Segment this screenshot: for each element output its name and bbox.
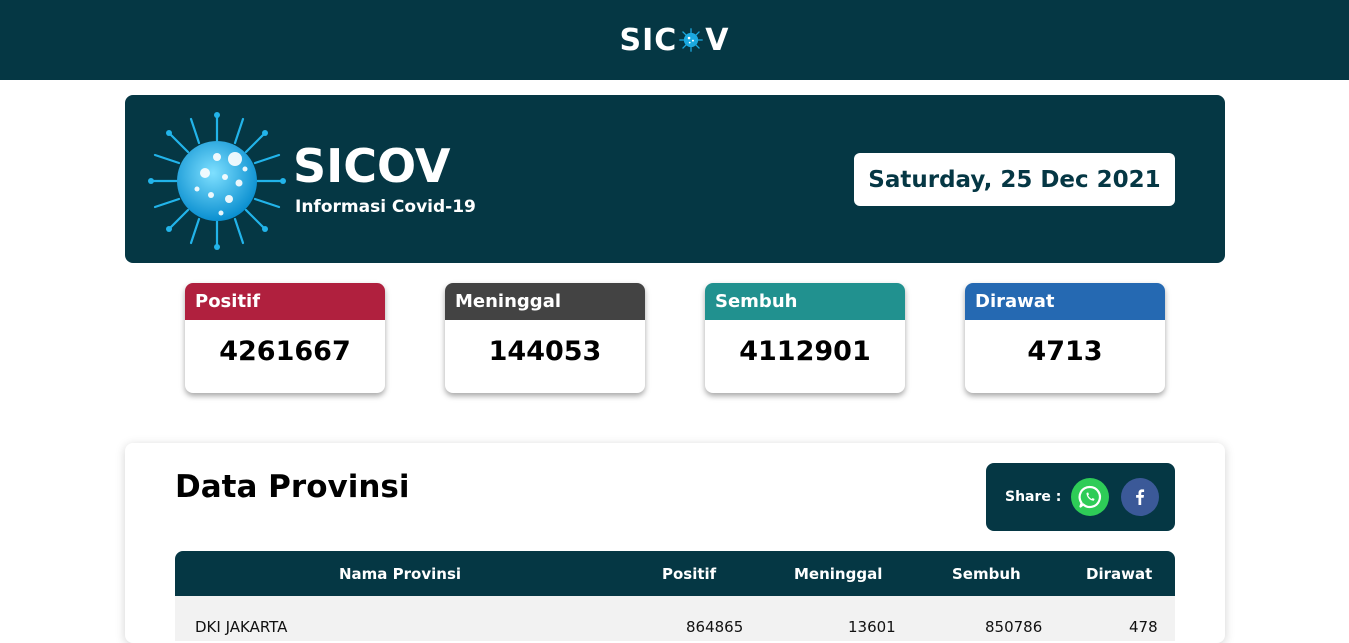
cell-meninggal: 13601 xyxy=(848,618,896,636)
stat-card-sembuh: Sembuh 4112901 xyxy=(705,283,905,393)
column-header-meninggal[interactable]: Meninggal xyxy=(794,565,882,583)
facebook-icon xyxy=(1136,489,1145,505)
stat-card-meninggal: Meninggal 144053 xyxy=(445,283,645,393)
cell-dirawat: 478 xyxy=(1129,618,1158,636)
hero-banner: SICOV Informasi Covid-19 Saturday, 25 De… xyxy=(125,95,1225,263)
cell-sembuh: 850786 xyxy=(985,618,1043,636)
province-title: Data Provinsi xyxy=(175,469,410,505)
stat-card-value: 144053 xyxy=(488,336,602,367)
whatsapp-icon xyxy=(1078,485,1102,509)
province-panel: Data Provinsi Share : Nama Provinsi Posi… xyxy=(125,443,1225,643)
whatsapp-share-button[interactable] xyxy=(1071,478,1110,516)
facebook-share-button[interactable] xyxy=(1121,478,1160,516)
stat-card-header: Dirawat xyxy=(965,283,1165,320)
virus-icon xyxy=(679,28,703,52)
navbar-logo-text-left: SIC xyxy=(619,22,678,58)
share-box: Share : xyxy=(986,463,1175,531)
virus-logo-icon xyxy=(148,112,286,250)
column-header-positif[interactable]: Positif xyxy=(662,565,716,583)
navbar-logo-text-right: V xyxy=(705,22,730,58)
stat-card-header: Sembuh xyxy=(705,283,905,320)
stat-card-value: 4112901 xyxy=(739,336,871,367)
hero-subtitle: Informasi Covid-19 xyxy=(295,197,476,217)
stat-card-value: 4261667 xyxy=(219,336,351,367)
cell-nama-provinsi: DKI JAKARTA xyxy=(195,618,288,636)
stat-card-dirawat: Dirawat 4713 xyxy=(965,283,1165,393)
table-row: DKI JAKARTA 864865 13601 850786 478 xyxy=(175,596,1175,641)
stat-card-header: Positif xyxy=(185,283,385,320)
stat-card-positif: Positif 4261667 xyxy=(185,283,385,393)
stat-card-header: Meninggal xyxy=(445,283,645,320)
share-label: Share : xyxy=(1005,489,1062,505)
current-date: Saturday, 25 Dec 2021 xyxy=(854,153,1175,206)
navbar-logo[interactable]: SIC V xyxy=(619,23,729,58)
stat-card-value: 4713 xyxy=(1027,336,1103,367)
column-header-sembuh[interactable]: Sembuh xyxy=(952,565,1021,583)
column-header-dirawat[interactable]: Dirawat xyxy=(1086,565,1152,583)
column-header-nama-provinsi[interactable]: Nama Provinsi xyxy=(339,565,461,583)
cell-positif: 864865 xyxy=(686,618,744,636)
top-navbar: SIC V xyxy=(0,0,1349,80)
province-table-header: Nama Provinsi Positif Meninggal Sembuh D… xyxy=(175,551,1175,596)
hero-title: SICOV xyxy=(293,139,451,193)
